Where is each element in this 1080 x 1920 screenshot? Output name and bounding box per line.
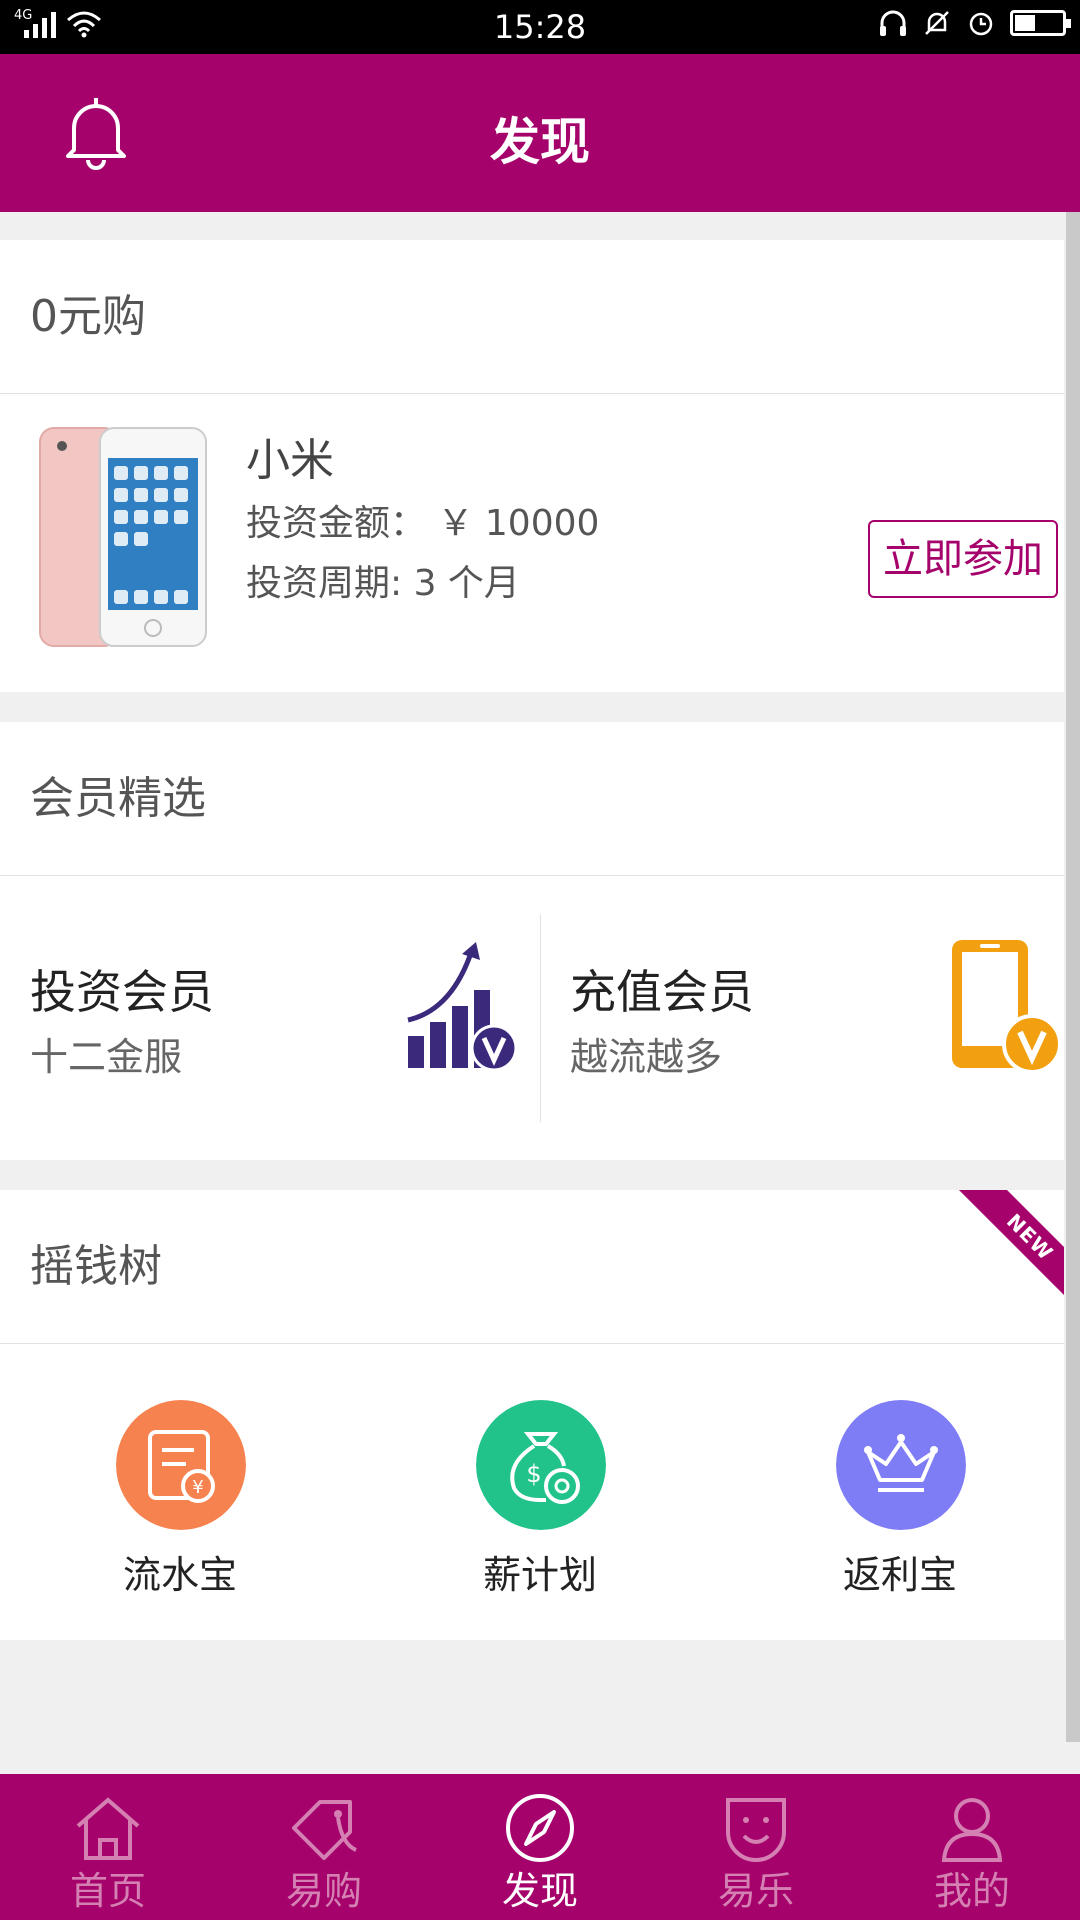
tag-icon: [292, 1800, 357, 1860]
status-bar: 4G 15:28: [0, 0, 1080, 54]
section-title: 会员精选: [0, 722, 1064, 876]
scrollbar[interactable]: [1066, 212, 1080, 1742]
money-bag-icon: $: [476, 1400, 606, 1530]
svg-text:$: $: [526, 1460, 541, 1488]
product-period: 投资周期: 3 个月: [246, 563, 520, 604]
zero-buy-section: 0元购 小米 投资金额： ￥ 10000 投资周期: 3 个月 立即参加: [0, 240, 1064, 692]
join-button[interactable]: 立即参加: [868, 520, 1058, 598]
liushuibao-item[interactable]: ¥ 流水宝: [30, 1344, 330, 1638]
feature-label: 流水宝: [122, 1553, 237, 1597]
tab-shop[interactable]: 易购: [216, 1774, 432, 1920]
phone-vip-icon: [952, 940, 1062, 1074]
bill-icon: ¥: [116, 1400, 246, 1530]
investment-member-card[interactable]: 投资会员 十二金服: [0, 876, 532, 1158]
chart-vip-icon: [407, 942, 518, 1072]
tab-fun[interactable]: 易乐: [648, 1774, 864, 1920]
product-item[interactable]: 小米 投资金额： ￥ 10000 投资周期: 3 个月 立即参加: [0, 394, 1064, 690]
feature-label: 返利宝: [842, 1553, 957, 1597]
page-title: 发现: [490, 113, 590, 171]
section-title: 0元购: [0, 240, 1064, 394]
smile-icon: [726, 1798, 786, 1862]
tab-label: 首页: [69, 1869, 146, 1913]
member-title: 充值会员: [570, 965, 754, 1019]
fanlibao-item[interactable]: 返利宝: [750, 1344, 1050, 1638]
member-subtitle: 十二金服: [30, 1035, 183, 1079]
tab-mine[interactable]: 我的: [864, 1774, 1080, 1920]
compass-icon: [506, 1794, 574, 1862]
bottom-nav: 首页 易购 发现 易乐 我的: [0, 1774, 1080, 1920]
product-name: 小米: [246, 435, 334, 486]
member-subtitle: 越流越多: [570, 1035, 723, 1079]
battery-icon: [1010, 10, 1071, 36]
product-amount: 投资金额： ￥ 10000: [246, 503, 600, 544]
xinjihua-item[interactable]: $ 薪计划: [390, 1344, 690, 1638]
mute-bell-icon: [925, 11, 949, 35]
user-icon: [941, 1798, 1003, 1862]
feature-label: 薪计划: [482, 1553, 597, 1597]
tab-label: 我的: [933, 1869, 1010, 1913]
tab-label: 易购: [285, 1869, 362, 1913]
svg-text:¥: ¥: [192, 1477, 203, 1498]
crown-icon: [836, 1400, 966, 1530]
tab-discover[interactable]: 发现: [432, 1774, 648, 1920]
recharge-member-card[interactable]: 充值会员 越流越多: [540, 876, 1072, 1158]
member-title: 投资会员: [30, 965, 214, 1019]
status-icons: [878, 8, 1071, 38]
tab-label: 易乐: [717, 1869, 794, 1913]
money-tree-section: NEW 摇钱树 ¥ 流水宝 $ 薪计划 返利宝: [0, 1190, 1064, 1640]
members-section: 会员精选 投资会员 十二金服 充值会员 越流越多: [0, 722, 1064, 1160]
tab-home[interactable]: 首页: [0, 1774, 216, 1920]
alarm-icon: [969, 12, 993, 36]
app-header: 发现: [0, 54, 1080, 212]
product-image: [39, 427, 207, 647]
tab-label: 发现: [501, 1869, 578, 1913]
section-title: 摇钱树: [0, 1190, 1064, 1344]
headphones-icon: [880, 10, 906, 36]
home-icon: [76, 1797, 140, 1860]
